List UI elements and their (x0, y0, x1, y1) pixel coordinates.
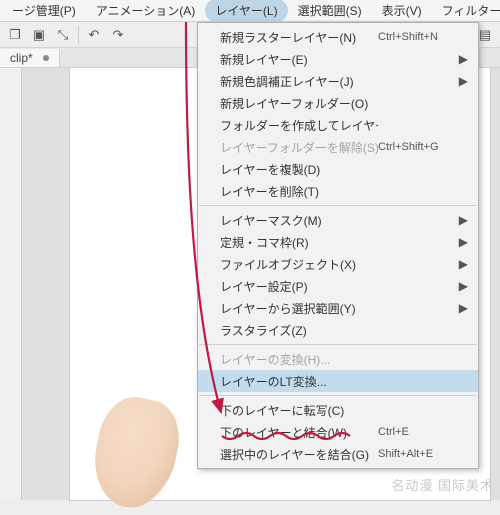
menu-separator (199, 344, 477, 345)
menu-item-label: レイヤーを複製(D) (220, 161, 378, 178)
document-tab-title: clip* (10, 51, 33, 65)
menu-item-label: レイヤーの変換(H)... (220, 351, 378, 368)
menu-item[interactable]: ラスタライズ(Z) (198, 319, 478, 341)
submenu-arrow-icon: ▶ (458, 213, 468, 227)
menu-item[interactable]: 新規レイヤーフォルダー(O) (198, 92, 478, 114)
menu-item-label: フォルダーを作成してレイヤーを挿入(F) (220, 117, 378, 134)
menu-item-shortcut: Ctrl+Shift+N (378, 31, 458, 43)
tool-redo-icon[interactable]: ↷ (107, 25, 129, 45)
submenu-arrow-icon: ▶ (458, 279, 468, 293)
menu-item[interactable]: レイヤーを複製(D) (198, 158, 478, 180)
menu-item-label: ラスタライズ(Z) (220, 322, 378, 339)
submenu-arrow-icon: ▶ (458, 257, 468, 271)
menu-item-label: ファイルオブジェクト(X) (220, 256, 378, 273)
submenu-arrow-icon: ▶ (458, 52, 468, 66)
watermark: 名动漫 国际美术 (391, 475, 494, 494)
menu-item-label: 下のレイヤーに転写(C) (220, 402, 378, 419)
menu-item-label: レイヤーから選択範囲(Y) (220, 300, 378, 317)
menu-item: レイヤーの変換(H)... (198, 348, 478, 370)
tool-open-icon[interactable]: ▣ (28, 25, 50, 45)
menu-item[interactable]: 新規ラスターレイヤー(N)Ctrl+Shift+N (198, 26, 478, 48)
menu-item[interactable]: 新規レイヤー(E) ▶ (198, 48, 478, 70)
menu-item[interactable]: 選択中のレイヤーを結合(G)Shift+Alt+E (198, 443, 478, 465)
menu-item[interactable]: アニメーション(A) (86, 0, 206, 22)
menu-item-label: 下のレイヤーと結合(W) (220, 424, 378, 441)
menu-item-label: レイヤー設定(P) (220, 278, 378, 295)
menu-item-shortcut: Shift+Alt+E (378, 448, 458, 460)
menu-separator (199, 205, 477, 206)
layer-menu-dropdown: 新規ラスターレイヤー(N)Ctrl+Shift+N新規レイヤー(E)▶新規色調補… (197, 22, 479, 469)
menu-item-label: 選択中のレイヤーを結合(G) (220, 446, 378, 463)
menu-separator (199, 395, 477, 396)
menu-item-shortcut: Ctrl+E (378, 426, 458, 438)
ruler-vertical (0, 68, 22, 500)
tool-undo-icon[interactable]: ↶ (83, 25, 105, 45)
menu-item-label: 定規・コマ枠(R) (220, 234, 378, 251)
toolbar-separator (78, 26, 79, 44)
menu-item[interactable]: レイヤーから選択範囲(Y) ▶ (198, 297, 478, 319)
menu-item[interactable]: レイヤーを削除(T) (198, 180, 478, 202)
menu-item-label: レイヤーフォルダーを解除(S) (220, 139, 378, 156)
menu-item[interactable]: 定規・コマ枠(R) ▶ (198, 231, 478, 253)
tool-collapse-icon[interactable]: ⤡ (52, 25, 74, 45)
menu-item-label: 新規レイヤーフォルダー(O) (220, 95, 378, 112)
menu-item[interactable]: 選択範囲(S) (288, 0, 372, 22)
menu-item-label: レイヤーマスク(M) (220, 212, 378, 229)
menu-item[interactable]: レイヤーのLT変換... (198, 370, 478, 392)
menu-item-label: 新規色調補正レイヤー(J) (220, 73, 378, 90)
menu-item-shortcut: Ctrl+Shift+G (378, 141, 458, 153)
menu-item-label: 新規ラスターレイヤー(N) (220, 29, 378, 46)
submenu-arrow-icon: ▶ (458, 235, 468, 249)
menu-item[interactable]: ージ管理(P) (2, 0, 86, 22)
tab-modified-icon (43, 55, 49, 61)
menu-item[interactable]: 新規色調補正レイヤー(J) ▶ (198, 70, 478, 92)
menu-item[interactable]: レイヤー(L) (205, 0, 287, 22)
menu-item[interactable]: 表示(V) (372, 0, 432, 22)
menu-item[interactable]: レイヤーマスク(M) ▶ (198, 209, 478, 231)
menu-item: レイヤーフォルダーを解除(S)Ctrl+Shift+G (198, 136, 478, 158)
menu-item[interactable]: ファイルオブジェクト(X) ▶ (198, 253, 478, 275)
menubar: ージ管理(P)アニメーション(A)レイヤー(L)選択範囲(S)表示(V)フィルタ… (0, 0, 500, 22)
menu-item-label: 新規レイヤー(E) (220, 51, 378, 68)
document-tab[interactable]: clip* (0, 49, 60, 67)
menu-item[interactable]: レイヤー設定(P) ▶ (198, 275, 478, 297)
menu-item-label: レイヤーを削除(T) (220, 183, 378, 200)
submenu-arrow-icon: ▶ (458, 301, 468, 315)
menu-item-label: レイヤーのLT変換... (220, 373, 378, 390)
menu-item[interactable]: 下のレイヤーと結合(W)Ctrl+E (198, 421, 478, 443)
tool-new-icon[interactable]: ❐ (4, 25, 26, 45)
menu-item[interactable]: 下のレイヤーに転写(C) (198, 399, 478, 421)
menu-item[interactable]: フォルダーを作成してレイヤーを挿入(F) (198, 114, 478, 136)
submenu-arrow-icon: ▶ (458, 74, 468, 88)
menu-item[interactable]: フィルター(I) (432, 0, 500, 22)
